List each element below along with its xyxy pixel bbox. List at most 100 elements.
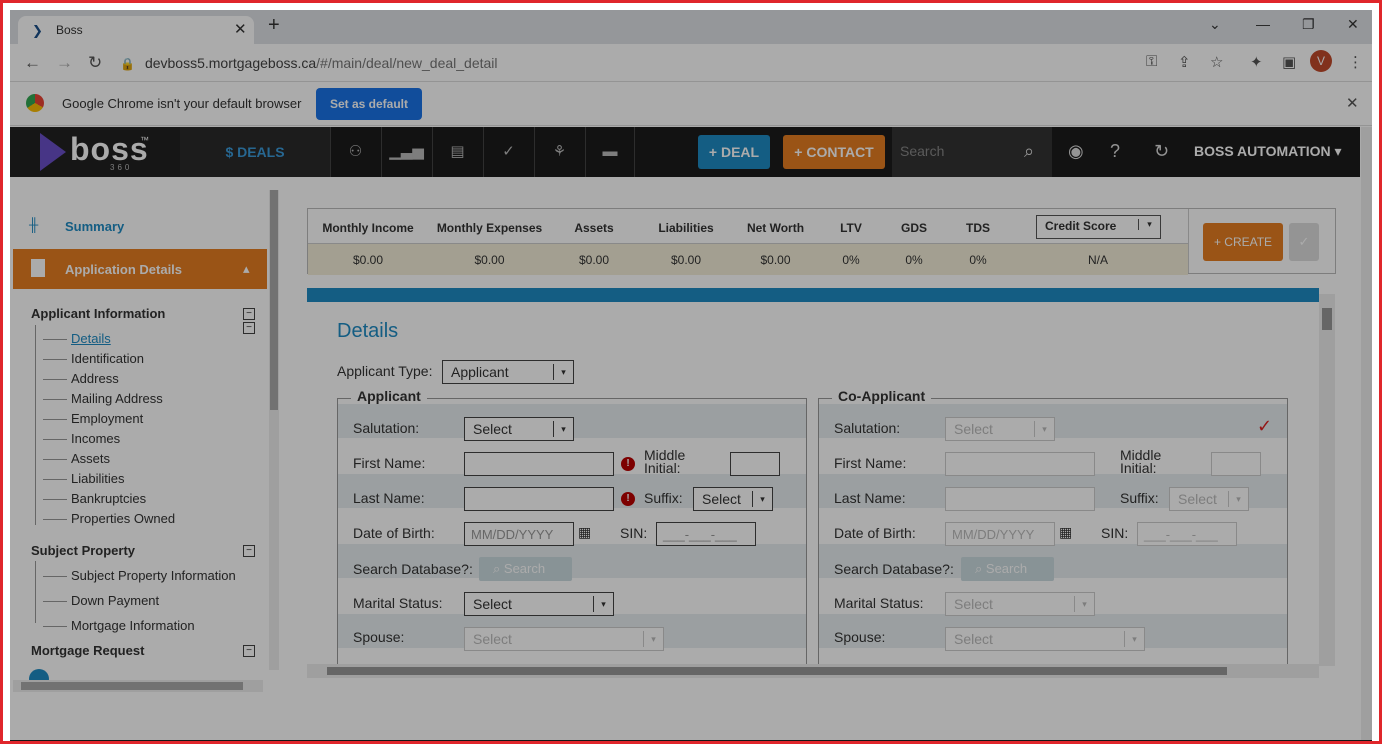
- co-last-name-label: Last Name:: [834, 490, 906, 506]
- scrollbar-thumb[interactable]: [21, 682, 243, 690]
- sidebar-section-mortgage-request[interactable]: Mortgage Request: [31, 643, 144, 658]
- sidebar-item-application-details[interactable]: Application Details ▴: [13, 249, 267, 289]
- co-last-name-input[interactable]: [945, 487, 1095, 511]
- suffix-select[interactable]: Select ▾: [693, 487, 773, 511]
- messages-nav-icon[interactable]: ▬: [585, 127, 635, 177]
- close-tab-icon[interactable]: ✕: [234, 20, 247, 38]
- reports-nav-icon[interactable]: ▁▃▅: [381, 127, 431, 177]
- spouse-select[interactable]: Select ▾: [464, 627, 664, 651]
- side-panel-icon[interactable]: ▣: [1282, 53, 1296, 71]
- co-suffix-select[interactable]: Select ▾: [1169, 487, 1249, 511]
- fingerprint-icon[interactable]: ◉: [1068, 141, 1084, 162]
- co-middle-initial-input[interactable]: [1211, 452, 1261, 476]
- sidebar-item-employment[interactable]: Employment: [71, 411, 143, 426]
- co-search-database-button[interactable]: ⌕ Search: [961, 557, 1054, 581]
- calendar-icon[interactable]: ▦: [578, 524, 591, 541]
- first-name-input[interactable]: [464, 452, 614, 476]
- sidebar-item-subject-property-information[interactable]: Subject Property Information: [71, 568, 236, 583]
- sidebar-item-liabilities[interactable]: Liabilities: [71, 471, 124, 486]
- co-spouse-select[interactable]: Select ▾: [945, 627, 1145, 651]
- browser-tab[interactable]: ❯ Boss ✕: [18, 16, 254, 44]
- search-database-button[interactable]: ⌕ Search: [479, 557, 572, 581]
- create-button[interactable]: + CREATE: [1203, 223, 1283, 261]
- summary-value: $0.00: [670, 253, 702, 267]
- chevron-down-icon: ▾: [1034, 421, 1054, 437]
- co-first-name-input[interactable]: [945, 452, 1095, 476]
- restore-icon[interactable]: ❐: [1302, 16, 1315, 33]
- chevron-down-icon: ▾: [1074, 596, 1094, 612]
- sidebar-item-incomes[interactable]: Incomes: [71, 431, 120, 446]
- deals-nav[interactable]: $ DEALS: [180, 127, 330, 177]
- tab-search-icon[interactable]: ⌄: [1209, 16, 1221, 33]
- collapse-icon[interactable]: −: [243, 308, 255, 320]
- sidebar-item-summary[interactable]: ╫ Summary: [13, 205, 267, 245]
- dob-input[interactable]: MM/DD/YYYY: [464, 522, 574, 546]
- page-vertical-scrollbar[interactable]: [1361, 127, 1372, 741]
- co-marital-status-select[interactable]: Select ▾: [945, 592, 1095, 616]
- applicant-type-select[interactable]: Applicant ▾: [442, 360, 574, 384]
- key-icon[interactable]: ⚿: [1146, 53, 1157, 70]
- sidebar-item-identification[interactable]: Identification: [71, 351, 144, 366]
- checkmark-icon[interactable]: ✓: [1257, 416, 1272, 437]
- sidebar-item-assets[interactable]: Assets: [71, 451, 110, 466]
- set-default-button[interactable]: Set as default: [316, 88, 422, 120]
- minimize-icon[interactable]: —: [1256, 16, 1270, 32]
- collapse-icon[interactable]: −: [243, 645, 255, 657]
- co-salutation-select[interactable]: Select ▾: [945, 417, 1055, 441]
- sidebar-vertical-scrollbar[interactable]: [269, 190, 279, 670]
- sidebar-section-subject-property[interactable]: Subject Property: [31, 543, 135, 558]
- user-nav-icon[interactable]: ⚇: [330, 127, 380, 177]
- sidebar-item-mortgage-information[interactable]: Mortgage Information: [71, 618, 195, 633]
- reload-icon[interactable]: ↻: [88, 53, 102, 73]
- collapse-icon[interactable]: −: [243, 545, 255, 557]
- salutation-select[interactable]: Select ▾: [464, 417, 574, 441]
- sidebar-item-address[interactable]: Address: [71, 371, 119, 386]
- menu-kebab-icon[interactable]: ⋮: [1348, 53, 1363, 71]
- sidebar-item-mailing-address[interactable]: Mailing Address: [71, 391, 163, 406]
- confirm-button[interactable]: ✓: [1289, 223, 1319, 261]
- extensions-icon[interactable]: ✦: [1250, 53, 1263, 71]
- close-window-icon[interactable]: ✕: [1347, 16, 1359, 33]
- bookmark-star-icon[interactable]: ☆: [1210, 53, 1223, 71]
- form-horizontal-scrollbar[interactable]: [307, 664, 1319, 678]
- lender-nav-icon[interactable]: ⚘: [534, 127, 584, 177]
- spouse-label: Spouse:: [353, 629, 405, 645]
- credit-score-select[interactable]: Credit Score ▾: [1036, 215, 1161, 239]
- add-deal-button[interactable]: + DEAL: [698, 135, 770, 169]
- scrollbar-thumb[interactable]: [1322, 308, 1332, 330]
- new-tab-icon[interactable]: +: [268, 14, 280, 37]
- scrollbar-thumb[interactable]: [270, 190, 278, 410]
- documents-nav-icon[interactable]: ▤: [432, 127, 482, 177]
- sidebar-section-applicant-information[interactable]: Applicant Information: [31, 306, 165, 321]
- sidebar-item-down-payment[interactable]: Down Payment: [71, 593, 159, 608]
- share-icon[interactable]: ⇪: [1178, 53, 1191, 71]
- co-dob-input[interactable]: MM/DD/YYYY: [945, 522, 1055, 546]
- sidebar-item-details[interactable]: Details: [71, 331, 111, 346]
- summary-value: 0%: [842, 253, 860, 267]
- forward-icon[interactable]: →: [56, 53, 73, 73]
- middle-initial-input[interactable]: [730, 452, 780, 476]
- co-sin-input[interactable]: ___-___-___: [1137, 522, 1237, 546]
- help-icon[interactable]: ?: [1110, 141, 1120, 162]
- url-bar[interactable]: 🔒 devboss5.mortgageboss.ca/#/main/deal/ne…: [120, 49, 1120, 77]
- form-vertical-scrollbar[interactable]: [1319, 294, 1335, 666]
- add-contact-button[interactable]: + CONTACT: [783, 135, 885, 169]
- last-name-input[interactable]: [464, 487, 614, 511]
- user-menu[interactable]: BOSS AUTOMATION ▾: [1194, 143, 1342, 160]
- close-infobar-icon[interactable]: ✕: [1346, 94, 1359, 112]
- chevron-up-icon: ▴: [243, 261, 250, 276]
- sidebar-horizontal-scrollbar[interactable]: [13, 680, 263, 692]
- scrollbar-thumb[interactable]: [327, 667, 1227, 675]
- marital-status-select[interactable]: Select ▾: [464, 592, 614, 616]
- sidebar-item-bankruptcies[interactable]: Bankruptcies: [71, 491, 146, 506]
- collapse-icon[interactable]: −: [243, 322, 255, 334]
- tasks-nav-icon[interactable]: ✓: [483, 127, 533, 177]
- refresh-icon[interactable]: ↻: [1154, 141, 1169, 162]
- boss-logo[interactable]: boss ™ 360: [10, 127, 180, 177]
- search-icon[interactable]: ⌕: [1024, 141, 1034, 162]
- profile-avatar[interactable]: V: [1310, 50, 1332, 72]
- sidebar-item-properties-owned[interactable]: Properties Owned: [71, 511, 175, 526]
- calendar-icon[interactable]: ▦: [1059, 524, 1072, 541]
- sin-input[interactable]: ___-___-___: [656, 522, 756, 546]
- back-icon[interactable]: ←: [24, 53, 41, 73]
